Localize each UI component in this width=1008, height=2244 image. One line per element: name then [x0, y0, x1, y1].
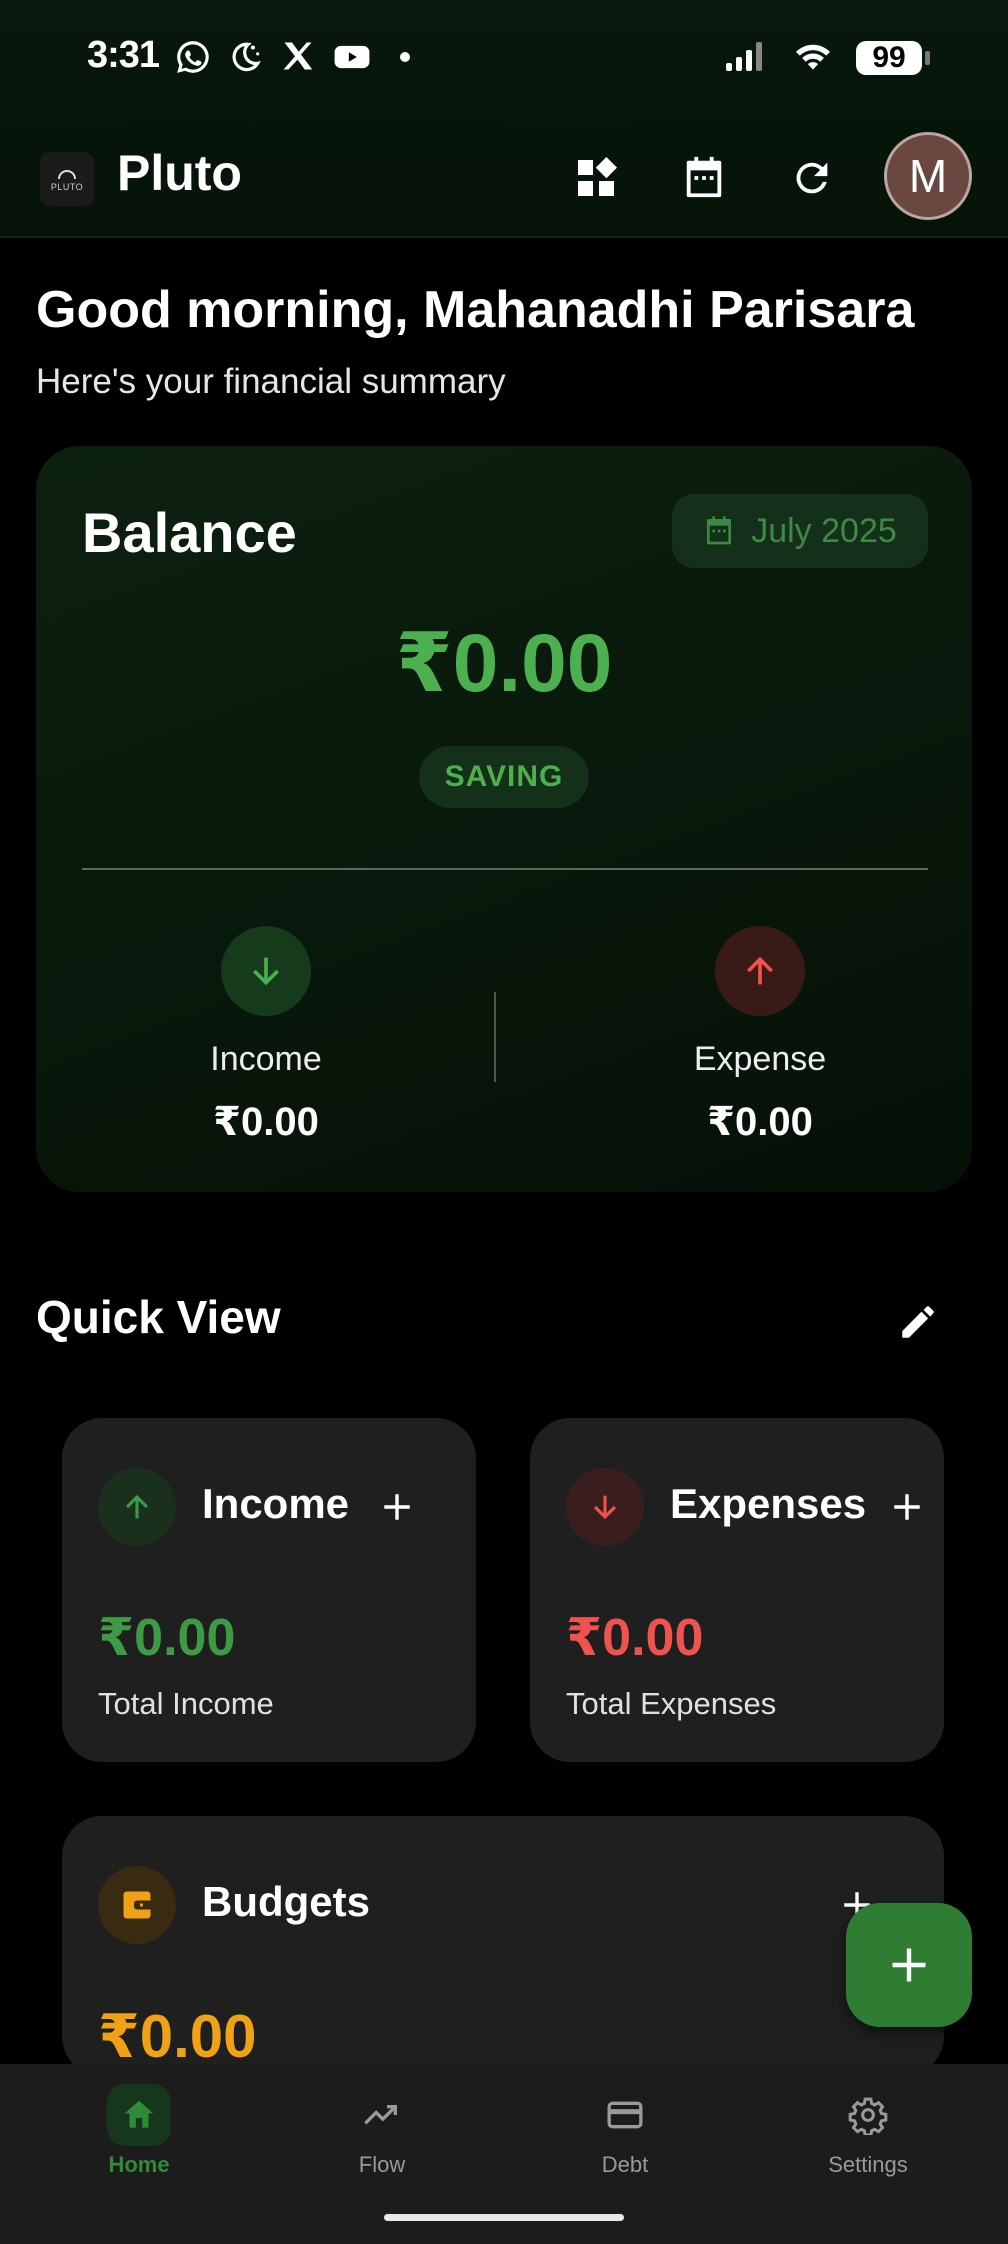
- arrow-down-icon: [566, 1468, 644, 1546]
- signal-icon: [724, 39, 770, 78]
- income-value: ₹0.00: [213, 1100, 319, 1144]
- wallet-icon: [98, 1866, 176, 1944]
- expenses-card-label: Total Expenses: [566, 1686, 777, 1721]
- balance-amount: ₹0.00: [395, 618, 613, 709]
- income-card-amount: ₹0.00: [98, 1609, 236, 1667]
- x-icon: [280, 38, 316, 79]
- home-indicator[interactable]: [384, 2214, 624, 2221]
- vertical-divider: [494, 992, 496, 1082]
- home-icon: [107, 2084, 171, 2146]
- nav-label-settings: Settings: [828, 2152, 908, 2177]
- expense-value: ₹0.00: [707, 1100, 813, 1144]
- logo-text: PLUTO: [50, 182, 84, 192]
- moon-icon: [226, 38, 264, 81]
- budgets-card-title: Budgets: [202, 1878, 370, 1925]
- add-expense-button[interactable]: [882, 1482, 932, 1532]
- nav-label-debt: Debt: [601, 2152, 649, 2177]
- pencil-icon: [902, 1306, 934, 1338]
- calendar-button[interactable]: [672, 146, 736, 210]
- expenses-card-title: Expenses: [670, 1480, 867, 1527]
- app-bar: PLUTO Pluto M: [0, 130, 1008, 224]
- dashboard-icon: [578, 157, 617, 196]
- month-selector[interactable]: July 2025: [672, 494, 928, 568]
- income-label: Income: [210, 1040, 322, 1078]
- plus-icon: [892, 1948, 926, 1982]
- bottom-nav: Home Flow Debt Settings: [0, 2064, 1008, 2244]
- dot-icon: [398, 50, 412, 69]
- app-logo: PLUTO: [40, 152, 94, 206]
- income-card-label: Total Income: [98, 1686, 274, 1721]
- income-card-title: Income: [202, 1480, 350, 1527]
- top-bar: 3:31 99 PLUTO Pluto M: [0, 0, 1008, 238]
- youtube-icon: [332, 38, 372, 81]
- greeting-subtitle: Here's your financial summary: [36, 362, 506, 401]
- edit-quick-view-button[interactable]: [888, 1292, 948, 1352]
- income-summary: Income ₹0.00: [116, 926, 416, 1145]
- avatar[interactable]: M: [884, 132, 972, 220]
- arrow-down-icon: [221, 926, 311, 1016]
- nav-item-home[interactable]: Home: [39, 2084, 239, 2178]
- calendar-icon: [707, 516, 732, 545]
- system-icons: 99: [724, 38, 930, 78]
- nav-item-debt[interactable]: Debt: [525, 2084, 725, 2178]
- battery-icon: 99: [856, 41, 930, 75]
- month-label: July 2025: [751, 511, 897, 550]
- whatsapp-icon: [174, 38, 212, 81]
- add-transaction-fab[interactable]: [846, 1903, 972, 2027]
- expenses-card-amount: ₹0.00: [566, 1609, 704, 1667]
- status-time: 3:31: [87, 34, 160, 76]
- divider: [82, 868, 928, 870]
- status-bar: 3:31 99: [0, 0, 1008, 115]
- dashboard-button[interactable]: [564, 146, 628, 210]
- settings-icon: [836, 2084, 900, 2146]
- credit-card-icon: [593, 2084, 657, 2146]
- arrow-up-icon: [715, 926, 805, 1016]
- refresh-button[interactable]: [780, 146, 844, 210]
- plus-icon: [894, 1494, 920, 1520]
- refresh-icon: [796, 162, 828, 194]
- add-income-button[interactable]: [372, 1482, 422, 1532]
- expense-label: Expense: [693, 1040, 827, 1078]
- nav-label-flow: Flow: [358, 2152, 406, 2177]
- status-badge: SAVING: [419, 746, 589, 808]
- budgets-card-amount: ₹0.00: [98, 2003, 257, 2070]
- wifi-icon: [792, 39, 834, 78]
- nav-item-flow[interactable]: Flow: [282, 2084, 482, 2178]
- budgets-card[interactable]: Budgets ₹0.00: [62, 1816, 944, 2076]
- quick-view-title: Quick View: [36, 1291, 281, 1343]
- nav-label-home: Home: [108, 2152, 170, 2177]
- expense-summary: Expense ₹0.00: [610, 926, 910, 1145]
- calendar-icon: [686, 156, 722, 198]
- expenses-card[interactable]: Expenses ₹0.00 Total Expenses: [530, 1418, 944, 1762]
- logo-arc-icon: [58, 170, 76, 180]
- nav-item-settings[interactable]: Settings: [768, 2084, 968, 2178]
- balance-card: Balance July 2025 ₹0.00 SAVING Income ₹0…: [36, 446, 972, 1192]
- plus-icon: [384, 1494, 410, 1520]
- arrow-up-icon: [98, 1468, 176, 1546]
- balance-title: Balance: [82, 501, 297, 564]
- trending-up-icon: [350, 2084, 414, 2146]
- income-card[interactable]: Income ₹0.00 Total Income: [62, 1418, 476, 1762]
- app-title: Pluto: [117, 145, 242, 201]
- greeting: Good morning, Mahanadhi Parisara: [36, 281, 915, 339]
